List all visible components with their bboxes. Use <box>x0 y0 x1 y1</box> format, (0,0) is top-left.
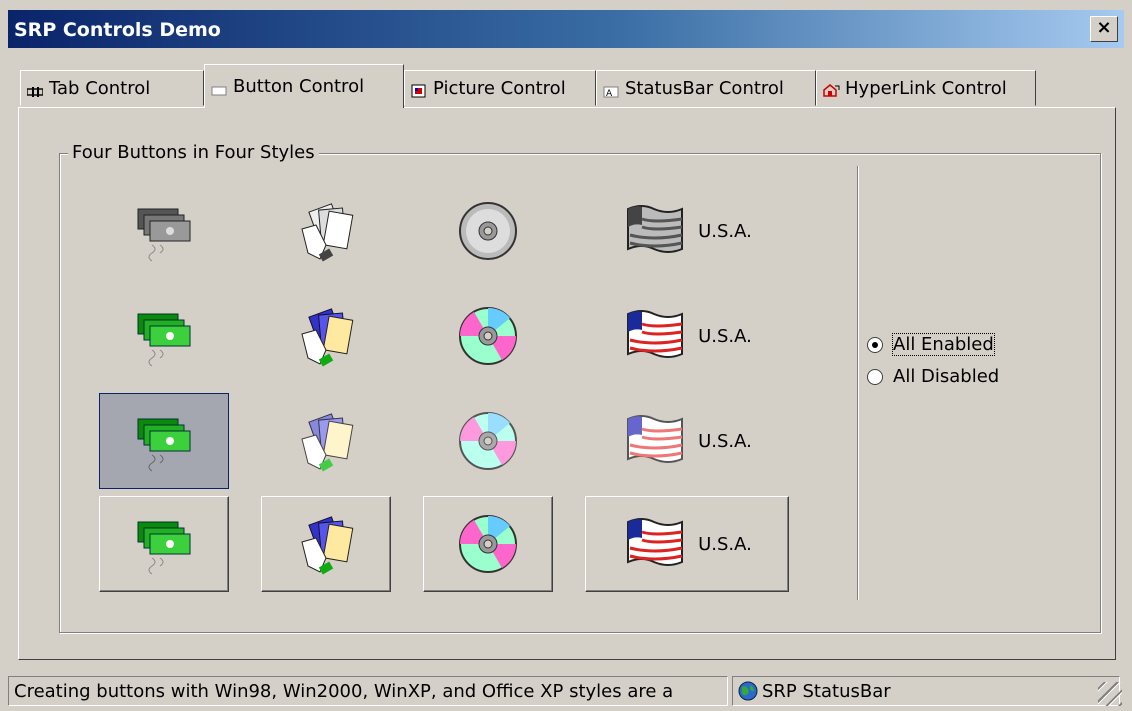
tab-label: Tab Control <box>49 77 151 99</box>
title-bar[interactable]: SRP Controls Demo × <box>8 10 1124 48</box>
flag-icon <box>627 415 684 463</box>
tab-label: Picture Control <box>433 77 566 99</box>
statusbar-icon: A <box>603 82 619 99</box>
hyperlink-icon <box>823 82 840 97</box>
svg-text:A: A <box>606 89 613 98</box>
flag-icon <box>627 205 684 253</box>
radio-button-checked[interactable] <box>867 336 883 353</box>
globe-icon <box>738 681 758 701</box>
flag-icon <box>627 310 684 358</box>
tab-label: StatusBar Control <box>625 77 784 99</box>
tab-icon <box>26 82 44 97</box>
cd-button-hover[interactable] <box>423 393 553 489</box>
money-icon <box>137 313 191 367</box>
money-button-flat[interactable] <box>99 288 229 384</box>
flag-button-hover[interactable]: U.S.A. <box>585 393 789 489</box>
status-message: Creating buttons with Win98, Win2000, Wi… <box>14 680 674 702</box>
cards-button-hover[interactable] <box>261 393 391 489</box>
divider <box>857 166 858 600</box>
money-button-raised[interactable] <box>99 496 229 592</box>
cards-icon <box>301 516 354 575</box>
status-message-panel: Creating buttons with Win98, Win2000, Wi… <box>8 676 728 706</box>
flag-button-raised[interactable]: U.S.A. <box>585 496 789 592</box>
tab-label: Button Control <box>233 76 365 97</box>
flag-label: U.S.A. <box>698 533 752 555</box>
tab-button-control[interactable]: Button Control <box>204 64 404 108</box>
cd-icon <box>459 515 517 573</box>
money-icon <box>137 521 191 575</box>
window-title: SRP Controls Demo <box>14 19 221 41</box>
money-button-disabled[interactable] <box>99 183 229 279</box>
tab-picture-control[interactable]: Picture Control <box>404 70 596 106</box>
radio-button[interactable] <box>867 368 883 385</box>
cd-icon <box>459 412 517 470</box>
cards-icon <box>301 308 354 367</box>
cd-button-raised[interactable] <box>423 496 553 592</box>
status-bar: Creating buttons with Win98, Win2000, Wi… <box>8 674 1124 708</box>
tab-hyperlink-control[interactable]: HyperLink Control <box>816 70 1036 106</box>
cards-button-disabled[interactable] <box>261 183 391 279</box>
flag-icon <box>627 518 684 566</box>
flag-label: U.S.A. <box>698 430 752 452</box>
tab-panel: Four Buttons in Four Styles U.S.A. U.S.A… <box>18 107 1116 660</box>
close-button[interactable]: × <box>1090 16 1118 42</box>
money-icon <box>137 208 191 262</box>
flag-button-disabled[interactable]: U.S.A. <box>585 183 789 279</box>
picture-icon <box>411 82 427 98</box>
tab-label: HyperLink Control <box>845 77 1007 99</box>
cards-icon <box>301 413 354 472</box>
button-icon <box>211 81 227 95</box>
radio-all-disabled[interactable]: All Disabled <box>867 366 999 387</box>
flag-button-flat[interactable]: U.S.A. <box>585 288 789 384</box>
size-grip[interactable] <box>1098 682 1122 706</box>
tab-statusbar-control[interactable]: A StatusBar Control <box>596 70 816 106</box>
groupbox-title: Four Buttons in Four Styles <box>68 142 319 163</box>
cd-icon <box>459 307 517 365</box>
cd-icon <box>459 202 517 260</box>
cards-button-flat[interactable] <box>261 288 391 384</box>
cd-button-flat[interactable] <box>423 288 553 384</box>
tab-strip: Tab Control Button Control Picture Contr… <box>20 64 1120 108</box>
flag-label: U.S.A. <box>698 325 752 347</box>
app-window: SRP Controls Demo × Tab Control Button C… <box>0 0 1132 711</box>
radio-label-enabled: All Enabled <box>892 333 995 356</box>
status-panel-text: SRP StatusBar <box>762 680 891 702</box>
radio-all-enabled[interactable]: All Enabled <box>867 333 995 356</box>
cd-button-disabled[interactable] <box>423 183 553 279</box>
cards-button-raised[interactable] <box>261 496 391 592</box>
cards-icon <box>301 203 354 262</box>
status-panel-2: SRP StatusBar <box>732 676 1120 706</box>
money-icon <box>137 418 191 472</box>
flag-label: U.S.A. <box>698 220 752 242</box>
money-button-hot[interactable] <box>99 393 229 489</box>
tab-tab-control[interactable]: Tab Control <box>20 70 204 106</box>
radio-label-disabled: All Disabled <box>893 366 1000 387</box>
